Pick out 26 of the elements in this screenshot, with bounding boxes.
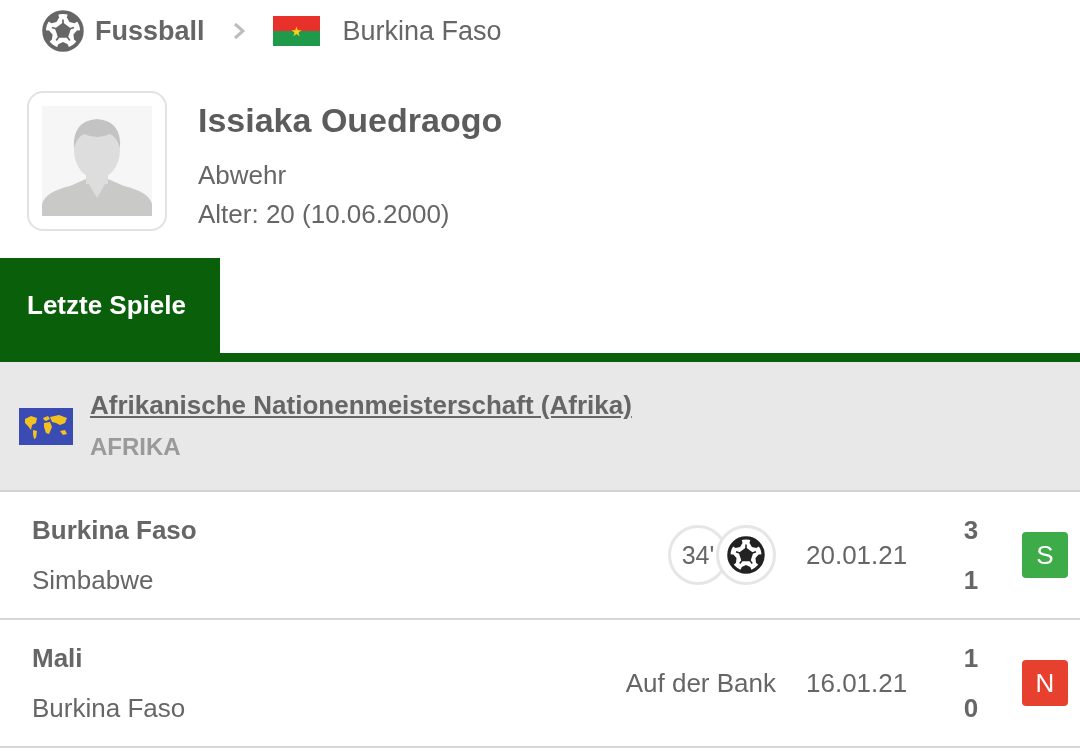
chevron-right-icon bbox=[232, 22, 245, 40]
home-team: Mali bbox=[32, 642, 83, 675]
status-text: Auf der Bank bbox=[625, 667, 776, 699]
away-team: Burkina Faso bbox=[32, 692, 186, 725]
sport-link[interactable]: Fussball bbox=[95, 15, 205, 47]
player-position: Abwehr bbox=[198, 159, 288, 192]
competition-region: AFRIKA bbox=[90, 432, 181, 462]
flag-icon bbox=[272, 16, 320, 46]
home-team: Burkina Faso bbox=[32, 514, 197, 547]
home-score: 3 bbox=[963, 514, 979, 547]
player-age: Alter: 20 (10.06.2000) bbox=[198, 198, 451, 231]
result-badge: N bbox=[1022, 660, 1068, 706]
match-date: 16.01.21 bbox=[806, 667, 909, 699]
match-date: 20.01.21 bbox=[806, 539, 909, 571]
competition-link[interactable]: Afrikanische Nationenmeisterschaft (Afrika) bbox=[90, 384, 632, 426]
away-team: Simbabwe bbox=[32, 564, 154, 597]
player-name: Issiaka Ouedraogo bbox=[198, 100, 503, 141]
soccer-ball-icon bbox=[716, 525, 776, 585]
country-link[interactable]: Burkina Faso bbox=[342, 15, 502, 47]
home-score: 1 bbox=[963, 642, 979, 675]
soccer-ball-icon bbox=[42, 10, 84, 52]
away-score: 0 bbox=[963, 692, 979, 725]
away-score: 1 bbox=[963, 564, 979, 597]
world-map-icon bbox=[19, 407, 73, 445]
result-badge: S bbox=[1022, 532, 1068, 578]
tab[interactable]: Letzte Spiele bbox=[0, 258, 220, 353]
